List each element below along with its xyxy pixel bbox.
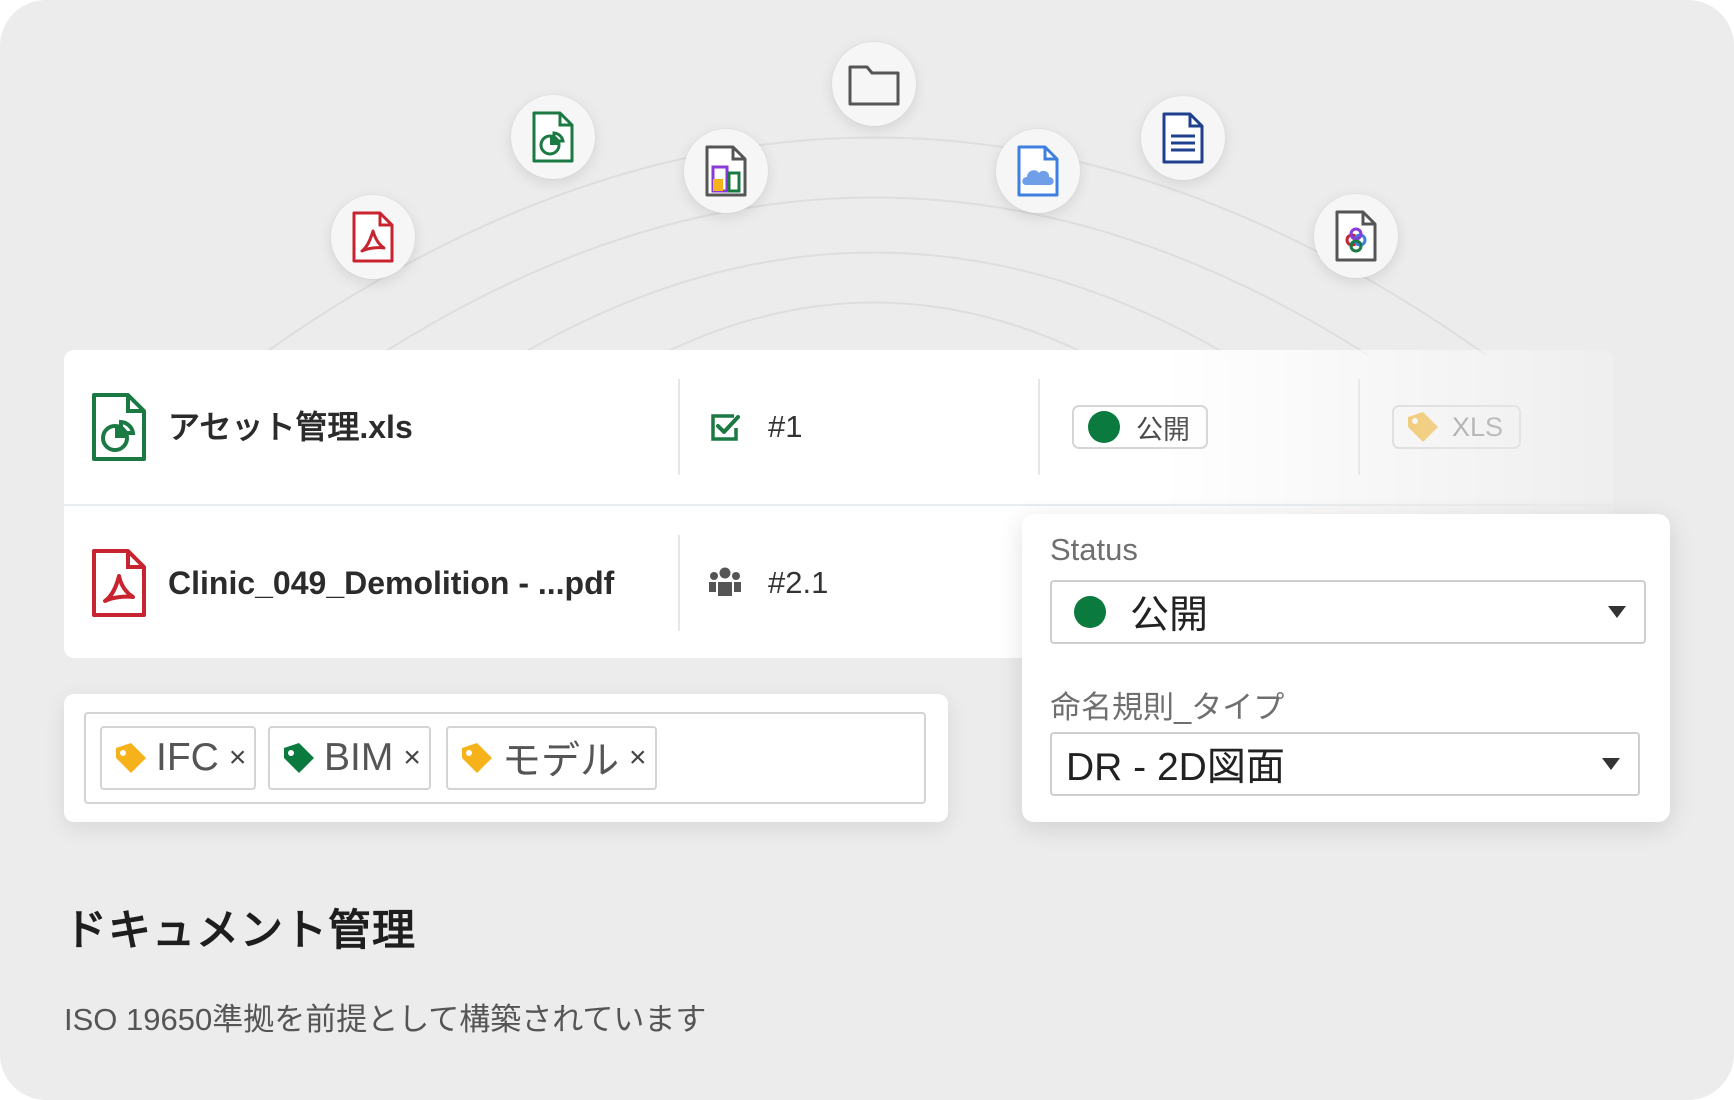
- status-select[interactable]: 公開: [1050, 580, 1646, 644]
- properties-panel: Status 公開 命名規則_タイプ DR - 2D図面: [1022, 514, 1670, 822]
- spreadsheet-chart-icon: [90, 392, 148, 467]
- tags-card: IFC × BIM × モデル ×: [64, 694, 948, 822]
- chevron-down-icon: [1608, 606, 1626, 618]
- people-group-icon: [708, 566, 742, 603]
- chevron-down-icon: [1602, 758, 1620, 770]
- tags-input[interactable]: IFC × BIM × モデル ×: [84, 712, 926, 804]
- remove-tag-button[interactable]: ×: [229, 741, 247, 775]
- remove-tag-button[interactable]: ×: [403, 741, 421, 775]
- tag-chip-label: BIM: [324, 736, 394, 779]
- feature-card: アセット管理.xls #1 公開 XLS Clinic_049_Demoliti…: [0, 0, 1734, 1100]
- spreadsheet-chart-icon: [511, 95, 595, 179]
- status-dot: [1074, 596, 1106, 628]
- naming-type-select[interactable]: DR - 2D図面: [1050, 732, 1640, 796]
- file-type-tag[interactable]: XLS: [1392, 405, 1522, 449]
- naming-label: 命名規則_タイプ: [1050, 690, 1285, 725]
- table-row[interactable]: アセット管理.xls #1 公開 XLS: [64, 350, 1614, 504]
- file-name[interactable]: アセット管理.xls: [168, 350, 413, 504]
- bim-file-icon: [1314, 194, 1398, 278]
- remove-tag-button[interactable]: ×: [629, 741, 647, 775]
- tag-chip[interactable]: モデル ×: [446, 726, 657, 790]
- tag-chip[interactable]: IFC ×: [100, 726, 257, 790]
- tag-chip-label: IFC: [156, 736, 219, 779]
- tag-icon: [1406, 412, 1440, 442]
- column-divider: [1358, 379, 1360, 475]
- tag-icon: [460, 742, 502, 774]
- column-divider: [1038, 379, 1040, 475]
- status-dot: [1088, 411, 1120, 443]
- report-chart-icon: [684, 129, 768, 213]
- pdf-icon: [331, 195, 415, 279]
- status-badge-label: 公開: [1136, 414, 1190, 445]
- document-text-icon: [1141, 96, 1225, 180]
- column-divider: [678, 535, 680, 631]
- tag-chip[interactable]: BIM ×: [268, 726, 431, 790]
- pdf-icon: [90, 548, 148, 623]
- cloud-file-icon: [996, 129, 1080, 213]
- file-name[interactable]: Clinic_049_Demolition - ...pdf: [168, 506, 614, 660]
- status-badge[interactable]: 公開: [1072, 405, 1208, 449]
- revision-number: #2.1: [768, 565, 829, 600]
- folder-icon: [832, 42, 916, 126]
- checkbox-icon: [710, 412, 740, 447]
- column-divider: [678, 379, 680, 475]
- file-type-tag-label: XLS: [1452, 411, 1504, 442]
- tag-icon: [114, 742, 156, 774]
- revision-number: #1: [768, 409, 803, 444]
- status-label: Status: [1050, 532, 1138, 567]
- tag-chip-label: モデル: [502, 740, 620, 783]
- naming-type-value: DR - 2D図面: [1066, 746, 1285, 789]
- status-select-value: 公開: [1130, 594, 1209, 637]
- tag-icon: [282, 742, 324, 774]
- feature-subtitle: ISO 19650準拠を前提として構築されています: [64, 1002, 707, 1037]
- feature-title: ドキュメント管理: [64, 907, 416, 955]
